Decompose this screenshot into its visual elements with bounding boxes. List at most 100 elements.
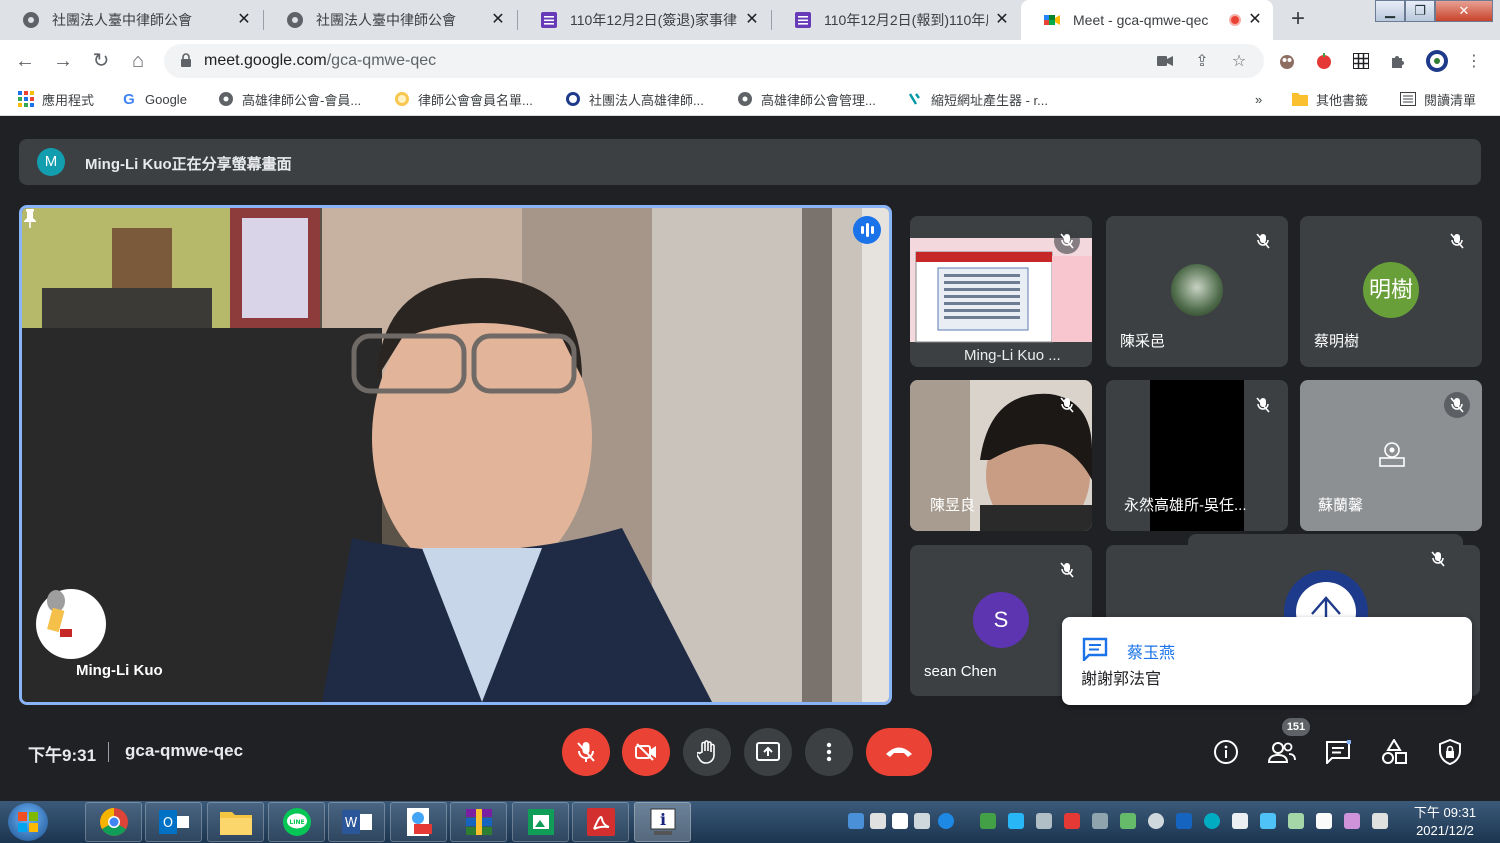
google-icon: G	[123, 90, 135, 108]
menu-kebab-icon[interactable]: ⋮	[1463, 50, 1485, 72]
tray-icon[interactable]	[1092, 813, 1108, 829]
forms-icon	[540, 11, 558, 29]
flag-icon[interactable]	[1316, 813, 1332, 829]
pin-icon[interactable]	[22, 208, 38, 228]
tray-icon[interactable]	[1232, 813, 1248, 829]
reading-list[interactable]: 閱讀清單	[1400, 90, 1476, 108]
taskbar-acrobat[interactable]	[572, 802, 629, 842]
tray-icon[interactable]	[1036, 813, 1052, 829]
share-icon[interactable]: ⇪	[1191, 50, 1213, 72]
tray-icon[interactable]	[914, 813, 930, 829]
participant-tile[interactable]: 陳昱良	[910, 380, 1092, 531]
main-speaker-tile[interactable]: Ming-Li Kuo	[19, 205, 892, 705]
muted-icon	[1054, 392, 1080, 418]
browser-tab-4[interactable]: 110年12月2日(報到)110年度 ✕	[772, 0, 1020, 40]
maximize-button[interactable]: ❐	[1405, 0, 1435, 22]
more-options-button[interactable]	[805, 728, 853, 776]
tray-icon[interactable]	[1344, 813, 1360, 829]
close-icon[interactable]: ✕	[1247, 12, 1263, 28]
mic-toggle-button[interactable]	[562, 728, 610, 776]
volume-icon[interactable]	[1372, 813, 1388, 829]
participant-tile-screenshare[interactable]: Ming-Li Kuo ...	[910, 216, 1092, 367]
bookmarks-overflow[interactable]: »	[1255, 90, 1262, 108]
tray-icon[interactable]	[1064, 813, 1080, 829]
camera-toggle-button[interactable]	[622, 728, 670, 776]
tray-icon[interactable]	[1008, 813, 1024, 829]
taskbar-sheets[interactable]	[512, 802, 569, 842]
taskbar-winrar[interactable]	[450, 802, 507, 842]
help-icon[interactable]	[938, 813, 954, 829]
home-icon[interactable]: ⌂	[125, 48, 151, 74]
participant-tile[interactable]: 明樹 蔡明樹	[1300, 216, 1482, 367]
tray-icon[interactable]	[892, 813, 908, 829]
bookmark-kaohsiung-member[interactable]: 高雄律師公會-會員...	[218, 90, 361, 108]
participant-name: 陳采邑	[1120, 333, 1166, 350]
people-button[interactable]	[1266, 736, 1298, 768]
winrar-icon	[465, 809, 492, 835]
taskbar-line[interactable]: LINE	[268, 802, 325, 842]
chat-notification[interactable]: 蔡玉燕 謝謝郭法官	[1062, 617, 1472, 705]
folder-icon	[1292, 91, 1308, 107]
chat-button[interactable]	[1322, 736, 1354, 768]
taskbar-outlook[interactable]: O	[145, 802, 202, 842]
address-bar[interactable]: meet.google.com/gca-qmwe-qec ⇪ ☆	[164, 44, 1264, 78]
participant-tile[interactable]: 蘇蘭馨	[1300, 380, 1482, 531]
bookmark-other[interactable]: 其他書籤	[1292, 90, 1368, 108]
browser-tab-1[interactable]: 社團法人臺中律師公會 ✕	[0, 0, 262, 40]
tray-icon[interactable]	[1260, 813, 1276, 829]
bookmark-member-list[interactable]: 律師公會會員名單...	[394, 90, 533, 108]
browser-tab-meet[interactable]: Meet - gca-qmwe-qec ✕	[1021, 0, 1273, 40]
tray-icon[interactable]	[1148, 813, 1164, 829]
bookmark-google[interactable]: G Google	[121, 90, 187, 108]
bookmark-kaohsiung-admin[interactable]: 高雄律師公會管理...	[737, 90, 876, 108]
window-close-button[interactable]: ✕	[1435, 0, 1493, 22]
grid-extension-icon[interactable]	[1350, 50, 1372, 72]
leave-call-button[interactable]	[866, 728, 932, 776]
new-tab-button[interactable]: +	[1284, 6, 1312, 34]
tray-icon[interactable]	[1120, 813, 1136, 829]
star-icon[interactable]: ☆	[1228, 50, 1250, 72]
tray-icon[interactable]	[1204, 813, 1220, 829]
raise-hand-button[interactable]	[683, 728, 731, 776]
close-icon[interactable]: ✕	[994, 12, 1010, 28]
present-icon	[756, 742, 780, 761]
bookmark-label: 其他書籤	[1316, 92, 1369, 108]
browser-tab-3[interactable]: 110年12月2日(簽退)家事律師 ✕	[518, 0, 770, 40]
owl-extension-icon[interactable]	[1276, 50, 1298, 72]
tray-icon[interactable]	[1288, 813, 1304, 829]
back-icon[interactable]: ←	[12, 48, 38, 74]
participant-tile[interactable]: 永然高雄所-吳任...	[1106, 380, 1288, 531]
taskbar-word[interactable]: W	[328, 802, 385, 842]
close-icon[interactable]: ✕	[490, 12, 506, 28]
tray-input-icon[interactable]	[870, 813, 886, 829]
close-icon[interactable]: ✕	[236, 12, 252, 28]
bookmark-kaohsiung-bar[interactable]: 社團法人高雄律師...	[565, 90, 704, 108]
camera-permission-icon[interactable]	[1154, 50, 1176, 72]
tray-line-icon[interactable]	[980, 813, 996, 829]
system-clock[interactable]: 下午 09:31 2021/12/2	[1400, 804, 1490, 840]
close-icon[interactable]: ✕	[744, 12, 760, 28]
tray-icon[interactable]	[848, 813, 864, 829]
browser-tab-2[interactable]: 社團法人臺中律師公會 ✕	[264, 0, 516, 40]
profile-avatar[interactable]	[1424, 48, 1450, 74]
meeting-details-button[interactable]	[1210, 736, 1242, 768]
meet-stage: M Ming-Li Kuo正在分享螢幕畫面 Ming-Li Kuo Ming-L…	[0, 116, 1500, 801]
minimize-button[interactable]: ▁	[1375, 0, 1405, 22]
apple-extension-icon[interactable]	[1313, 50, 1335, 72]
tray-outlook-icon[interactable]	[1176, 813, 1192, 829]
taskbar-info-app[interactable]: i	[634, 802, 691, 842]
present-screen-button[interactable]	[744, 728, 792, 776]
activities-button[interactable]	[1378, 736, 1410, 768]
bookmark-url-shortener[interactable]: 縮短網址產生器 - r...	[907, 90, 1048, 108]
start-button[interactable]	[8, 803, 48, 841]
taskbar-chrome[interactable]	[85, 802, 142, 842]
host-controls-button[interactable]	[1434, 736, 1466, 768]
participant-tile[interactable]: 陳采邑	[1106, 216, 1288, 367]
taskbar-explorer[interactable]	[207, 802, 264, 842]
extensions-puzzle-icon[interactable]	[1387, 50, 1409, 72]
forward-icon[interactable]: →	[50, 48, 76, 74]
reload-icon[interactable]: ↻	[88, 48, 114, 74]
taskbar-pdf-tool[interactable]	[390, 802, 447, 842]
bookmark-apps[interactable]: 應用程式	[18, 90, 94, 108]
participant-name: Ming-Li Kuo ...	[964, 347, 1061, 364]
